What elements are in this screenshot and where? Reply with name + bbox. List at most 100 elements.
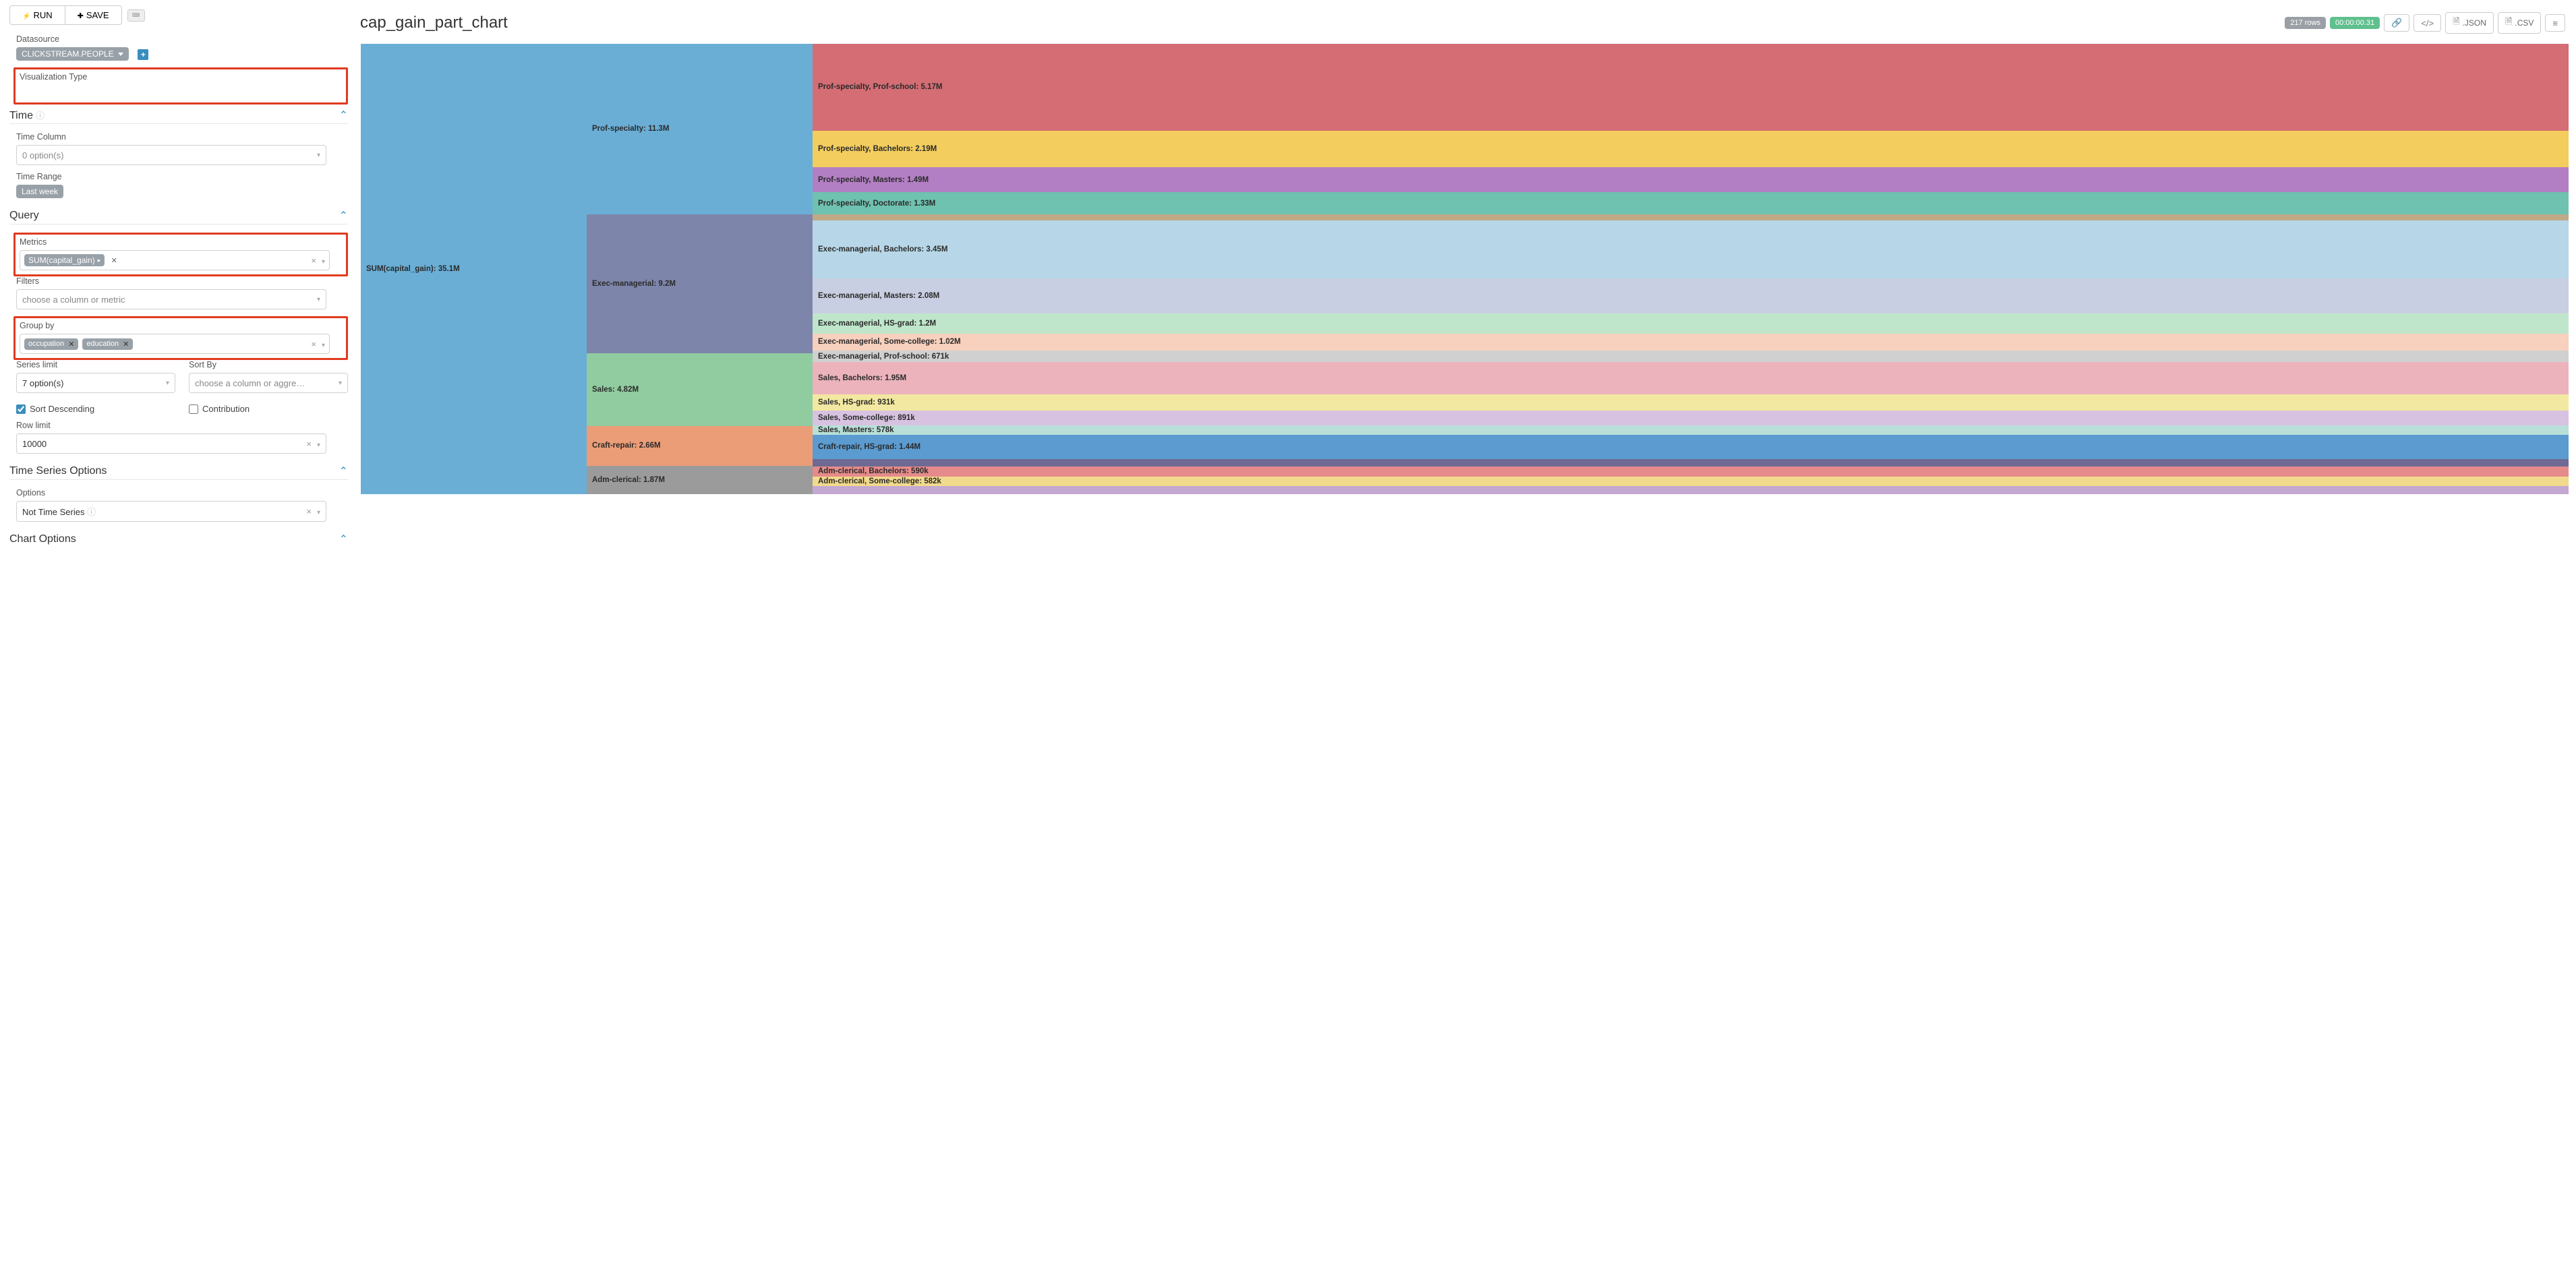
partition-l2-cell[interactable]: Sales, HS-grad: 931k bbox=[813, 394, 2569, 410]
metric-token[interactable]: SUM(capital_gain)▸ bbox=[24, 254, 105, 266]
partition-root-column: SUM(capital_gain): 35.1M bbox=[361, 44, 587, 494]
link-button[interactable]: 🔗 bbox=[2384, 14, 2409, 32]
embed-button[interactable]: </> bbox=[2413, 14, 2441, 32]
hamburger-icon: ≡ bbox=[2552, 18, 2558, 28]
chevron-down-icon: ▾ bbox=[322, 258, 325, 266]
remove-metric-button[interactable]: ✕ bbox=[109, 255, 119, 266]
help-icon: ⓘ bbox=[87, 507, 96, 517]
rows-badge: 217 rows bbox=[2285, 17, 2326, 29]
viz-type-select[interactable]: Partition Chart bbox=[20, 85, 106, 98]
partition-l2-cell[interactable]: Adm-clerical, Bachelors: 590k bbox=[813, 467, 2569, 477]
chart-panel: cap_gain_part_chart 217 rows 00:00:00.31… bbox=[357, 0, 2576, 569]
ts-options-select[interactable]: Not Time Series ⓘ ×▾ bbox=[16, 501, 326, 522]
partition-l2-cell[interactable] bbox=[813, 214, 2569, 220]
plus-circle-icon bbox=[78, 10, 84, 20]
chevron-down-icon: ▾ bbox=[317, 296, 320, 303]
partition-l2-cell[interactable]: Sales, Some-college: 891k bbox=[813, 411, 2569, 425]
bolt-icon bbox=[22, 10, 30, 20]
sortby-label: Sort By bbox=[189, 360, 348, 369]
partition-chart: SUM(capital_gain): 35.1M Prof-specialty:… bbox=[360, 43, 2569, 495]
partition-l1-cell[interactable]: Prof-specialty: 11.3M bbox=[587, 44, 813, 214]
link-icon: 🔗 bbox=[2391, 18, 2402, 28]
partition-l2-cell[interactable]: Prof-specialty, Prof-school: 5.17M bbox=[813, 44, 2569, 131]
partition-l2-cell[interactable] bbox=[813, 486, 2569, 494]
row-limit-select[interactable]: 10000 ×▾ bbox=[16, 433, 326, 454]
section-query[interactable]: Query ⌃ bbox=[9, 205, 348, 224]
time-range-select[interactable]: Last week bbox=[16, 185, 63, 198]
run-button[interactable]: RUN bbox=[9, 5, 65, 25]
datasource-select[interactable]: CLICKSTREAM.PEOPLE bbox=[16, 47, 129, 61]
csv-button[interactable]: 🗎.CSV bbox=[2498, 12, 2541, 34]
chevron-down-icon: ▾ bbox=[339, 380, 342, 387]
partition-l1-cell[interactable]: Adm-clerical: 1.87M bbox=[587, 466, 813, 494]
partition-l2-cell[interactable] bbox=[813, 459, 2569, 467]
chart-title: cap_gain_part_chart bbox=[360, 13, 508, 32]
clear-groupby-button[interactable]: × bbox=[311, 339, 316, 349]
chevron-down-icon: ▾ bbox=[317, 442, 320, 449]
chevron-down-icon: ▾ bbox=[322, 342, 325, 349]
groupby-label: Group by bbox=[20, 321, 342, 330]
groupby-select[interactable]: occupation✕ education✕ × ▾ bbox=[20, 334, 330, 354]
series-limit-select[interactable]: 7 option(s)▾ bbox=[16, 373, 175, 393]
partition-l2-cell[interactable]: Sales, Bachelors: 1.95M bbox=[813, 362, 2569, 395]
filters-label: Filters bbox=[16, 276, 348, 286]
partition-l2-cell[interactable]: Prof-specialty, Doctorate: 1.33M bbox=[813, 192, 2569, 214]
chevron-up-icon: ⌃ bbox=[339, 209, 348, 222]
extra-button-icon[interactable]: ⌨ bbox=[127, 9, 145, 22]
menu-button[interactable]: ≡ bbox=[2545, 14, 2565, 32]
section-ts-options[interactable]: Time Series Options ⌃ bbox=[9, 460, 348, 480]
metrics-highlight: Metrics SUM(capital_gain)▸ ✕ × ▾ bbox=[13, 233, 348, 276]
add-datasource-button[interactable]: + bbox=[138, 49, 148, 60]
chevron-up-icon: ⌃ bbox=[339, 464, 348, 478]
clear-ts-button[interactable]: × bbox=[306, 506, 312, 516]
partition-l2-cell[interactable]: Exec-managerial, HS-grad: 1.2M bbox=[813, 313, 2569, 334]
partition-l2-cell[interactable]: Exec-managerial, Bachelors: 3.45M bbox=[813, 220, 2569, 278]
partition-l1-cell[interactable]: Craft-repair: 2.66M bbox=[587, 426, 813, 467]
remove-groupby-education[interactable]: ✕ bbox=[123, 340, 129, 349]
chevron-up-icon: ⌃ bbox=[339, 109, 348, 122]
time-column-select[interactable]: 0 option(s)▾ bbox=[16, 145, 326, 165]
contribution-checkbox[interactable] bbox=[189, 404, 198, 414]
remove-groupby-occupation[interactable]: ✕ bbox=[68, 340, 74, 349]
partition-l1-cell[interactable]: Exec-managerial: 9.2M bbox=[587, 214, 813, 353]
chevron-down-icon: ▾ bbox=[317, 152, 320, 159]
partition-l2-cell[interactable]: Exec-managerial, Some-college: 1.02M bbox=[813, 334, 2569, 351]
partition-l2-cell[interactable]: Craft-repair, HS-grad: 1.44M bbox=[813, 435, 2569, 459]
partition-level1-column: Prof-specialty: 11.3MExec-managerial: 9.… bbox=[587, 44, 813, 494]
file-icon: 🗎 bbox=[2453, 16, 2459, 30]
sortby-select[interactable]: choose a column or aggregate function▾ bbox=[189, 373, 348, 393]
groupby-token-education[interactable]: education✕ bbox=[82, 338, 133, 350]
row-limit-label: Row limit bbox=[16, 421, 348, 430]
partition-l2-cell[interactable]: Sales, Masters: 578k bbox=[813, 425, 2569, 435]
partition-l2-cell[interactable]: Exec-managerial, Masters: 2.08M bbox=[813, 278, 2569, 313]
groupby-highlight: Group by occupation✕ education✕ × ▾ bbox=[13, 316, 348, 360]
viz-type-highlight: Visualization Type Partition Chart bbox=[13, 67, 348, 104]
sort-descending-checkbox[interactable] bbox=[16, 404, 26, 414]
clear-row-limit-button[interactable]: × bbox=[306, 439, 312, 449]
section-chart-options[interactable]: Chart Options ⌃ bbox=[9, 529, 348, 547]
control-panel: RUN SAVE ⌨ Datasource CLICKSTREAM.PEOPLE… bbox=[0, 0, 357, 569]
time-column-label: Time Column bbox=[16, 132, 348, 142]
partition-l1-cell[interactable]: Sales: 4.82M bbox=[587, 353, 813, 426]
groupby-token-occupation[interactable]: occupation✕ bbox=[24, 338, 78, 350]
partition-l2-cell[interactable]: Prof-specialty, Masters: 1.49M bbox=[813, 167, 2569, 192]
metrics-label: Metrics bbox=[20, 237, 342, 247]
filters-select[interactable]: choose a column or metric▾ bbox=[16, 289, 326, 309]
clear-metrics-button[interactable]: × bbox=[311, 256, 316, 266]
save-button[interactable]: SAVE bbox=[65, 5, 122, 25]
chevron-down-icon bbox=[118, 53, 123, 56]
partition-root[interactable]: SUM(capital_gain): 35.1M bbox=[361, 44, 587, 494]
chevron-down-icon: ▾ bbox=[166, 380, 169, 387]
time-range-label: Time Range bbox=[16, 172, 348, 181]
metrics-select[interactable]: SUM(capital_gain)▸ ✕ × ▾ bbox=[20, 250, 330, 270]
section-time[interactable]: Timeⓘ ⌃ bbox=[9, 104, 348, 124]
code-icon: </> bbox=[2421, 18, 2434, 28]
contribution-label: Contribution bbox=[202, 404, 250, 414]
info-icon: ⓘ bbox=[36, 109, 45, 121]
partition-l2-cell[interactable]: Prof-specialty, Bachelors: 2.19M bbox=[813, 131, 2569, 168]
json-button[interactable]: 🗎.JSON bbox=[2445, 12, 2494, 34]
file-icon: 🗎 bbox=[2505, 16, 2512, 30]
partition-l2-cell[interactable]: Adm-clerical, Some-college: 582k bbox=[813, 477, 2569, 486]
viz-type-label: Visualization Type bbox=[20, 72, 342, 82]
partition-l2-cell[interactable]: Exec-managerial, Prof-school: 671k bbox=[813, 351, 2569, 362]
